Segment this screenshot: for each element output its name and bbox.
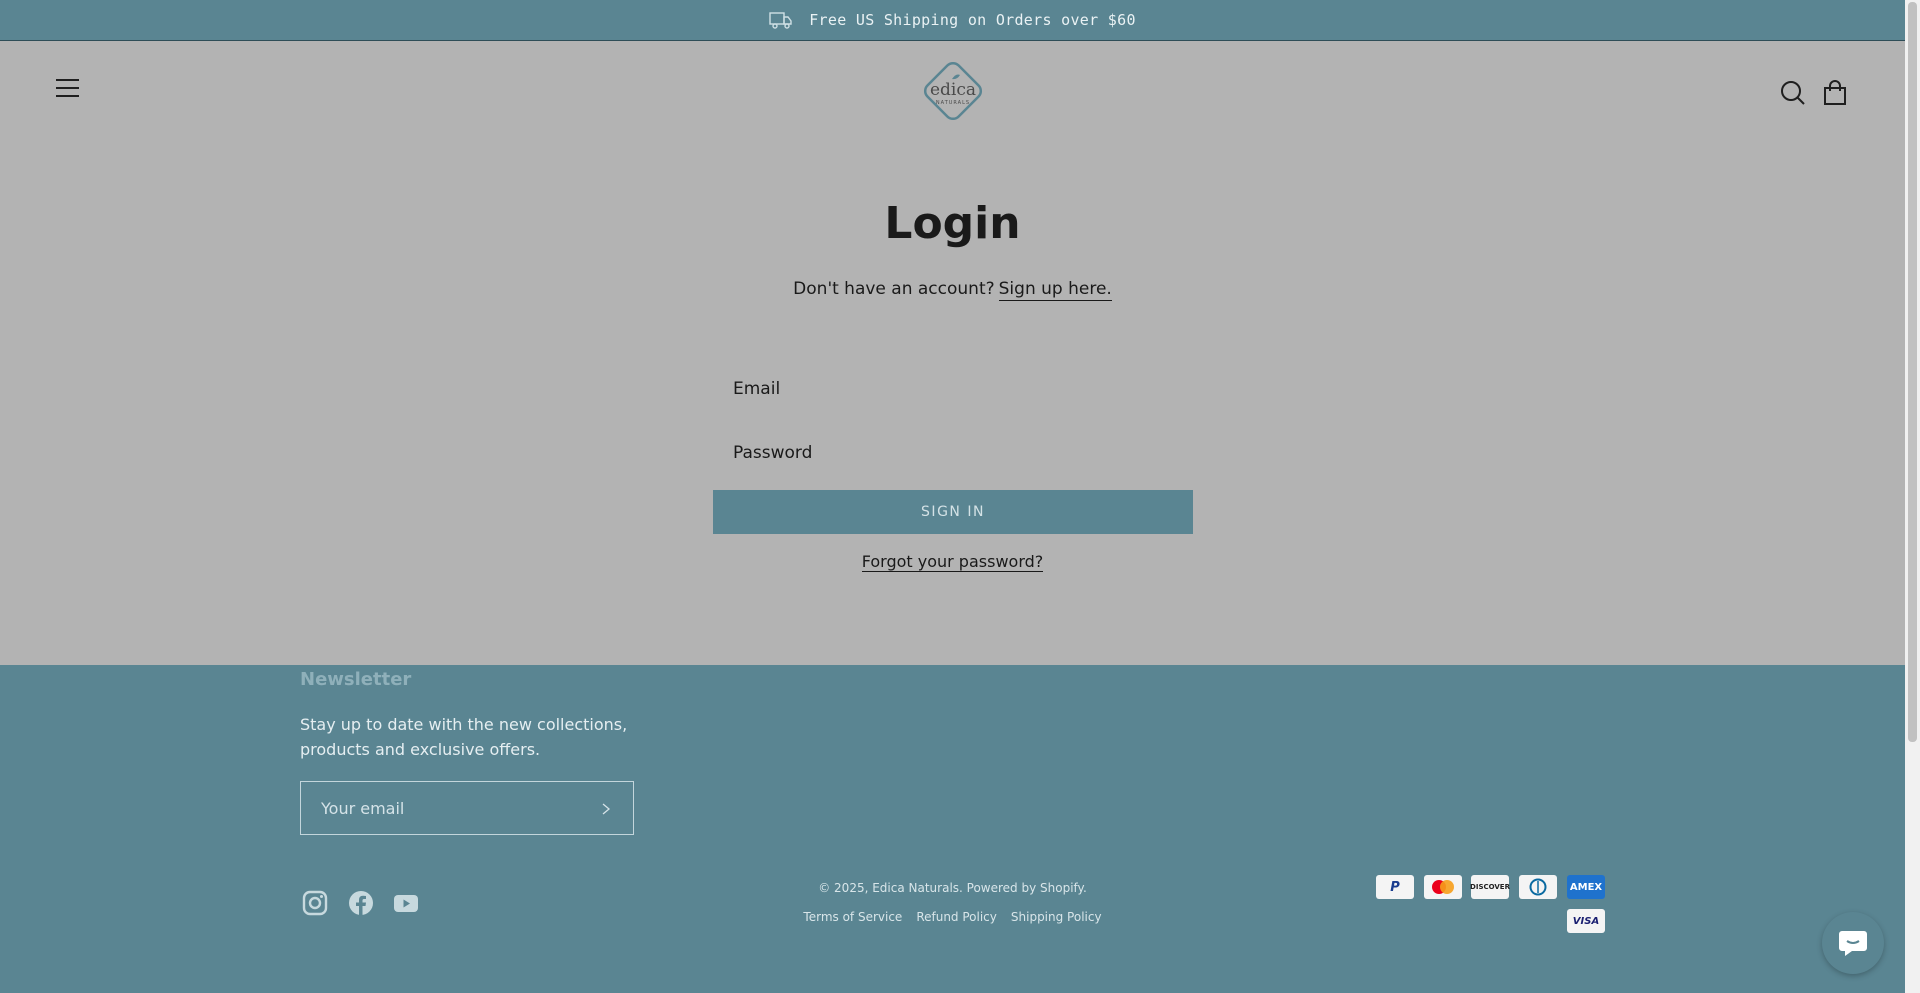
truck-icon xyxy=(769,12,792,29)
amex-label: AMEX xyxy=(1569,881,1603,893)
announcement-text: Free US Shipping on Orders over $60 xyxy=(809,11,1136,29)
diners-club-icon xyxy=(1519,875,1557,899)
visa-label: VISA xyxy=(1572,915,1600,927)
copyright: © 2025, Edica Naturals. Powered by Shopi… xyxy=(818,881,1087,895)
logo-subtext: NATURALS xyxy=(936,100,970,106)
site-footer: Newsletter Stay up to date with the new … xyxy=(0,665,1905,993)
page-title: Login xyxy=(884,198,1021,249)
search-icon[interactable] xyxy=(1779,79,1807,107)
email-placeholder: Email xyxy=(733,379,781,399)
announcement-bar: Free US Shipping on Orders over $60 xyxy=(0,0,1905,41)
signup-prompt: Don't have an account? Sign up here. xyxy=(0,279,1905,301)
discover-label: DISCOVER xyxy=(1470,883,1510,891)
policy-link-terms[interactable]: Terms of Service xyxy=(803,910,902,924)
chat-icon xyxy=(1839,931,1867,956)
newsletter-title: Newsletter xyxy=(300,669,412,690)
logo-text: edica xyxy=(930,80,976,100)
no-account-text: Don't have an account? xyxy=(793,279,995,299)
logo[interactable]: edica NATURALS xyxy=(917,55,989,127)
forgot-password-link[interactable]: Forgot your password? xyxy=(861,552,1044,572)
scrollbar-thumb[interactable] xyxy=(1908,2,1917,742)
chat-button[interactable] xyxy=(1822,912,1884,974)
page-scrollbar[interactable] xyxy=(1905,0,1920,993)
chevron-right-icon[interactable] xyxy=(601,802,611,816)
password-field[interactable]: Password xyxy=(713,429,1193,477)
password-placeholder: Password xyxy=(733,443,813,463)
newsletter-email-input[interactable]: Your email xyxy=(300,781,634,835)
visa-icon: VISA xyxy=(1567,909,1605,933)
amex-icon: AMEX xyxy=(1567,875,1605,899)
newsletter-placeholder: Your email xyxy=(321,798,405,818)
sign-in-button[interactable]: SIGN IN xyxy=(713,490,1193,534)
menu-icon[interactable] xyxy=(56,79,82,103)
forgot-password: Forgot your password? xyxy=(0,552,1905,572)
site-header: edica NATURALS xyxy=(0,41,1905,143)
policy-link-shipping[interactable]: Shipping Policy xyxy=(1011,910,1102,924)
policy-links: Terms of Service Refund Policy Shipping … xyxy=(0,910,1905,924)
shopping-bag-icon[interactable] xyxy=(1821,79,1849,107)
paypal-icon: P xyxy=(1376,875,1414,899)
discover-icon: DISCOVER xyxy=(1470,875,1510,899)
mastercard-icon xyxy=(1424,875,1462,899)
email-field[interactable]: Email xyxy=(713,365,1193,413)
newsletter-text: Stay up to date with the new collections… xyxy=(300,715,628,759)
policy-link-refund[interactable]: Refund Policy xyxy=(916,910,997,924)
signup-link[interactable]: Sign up here. xyxy=(998,279,1112,301)
